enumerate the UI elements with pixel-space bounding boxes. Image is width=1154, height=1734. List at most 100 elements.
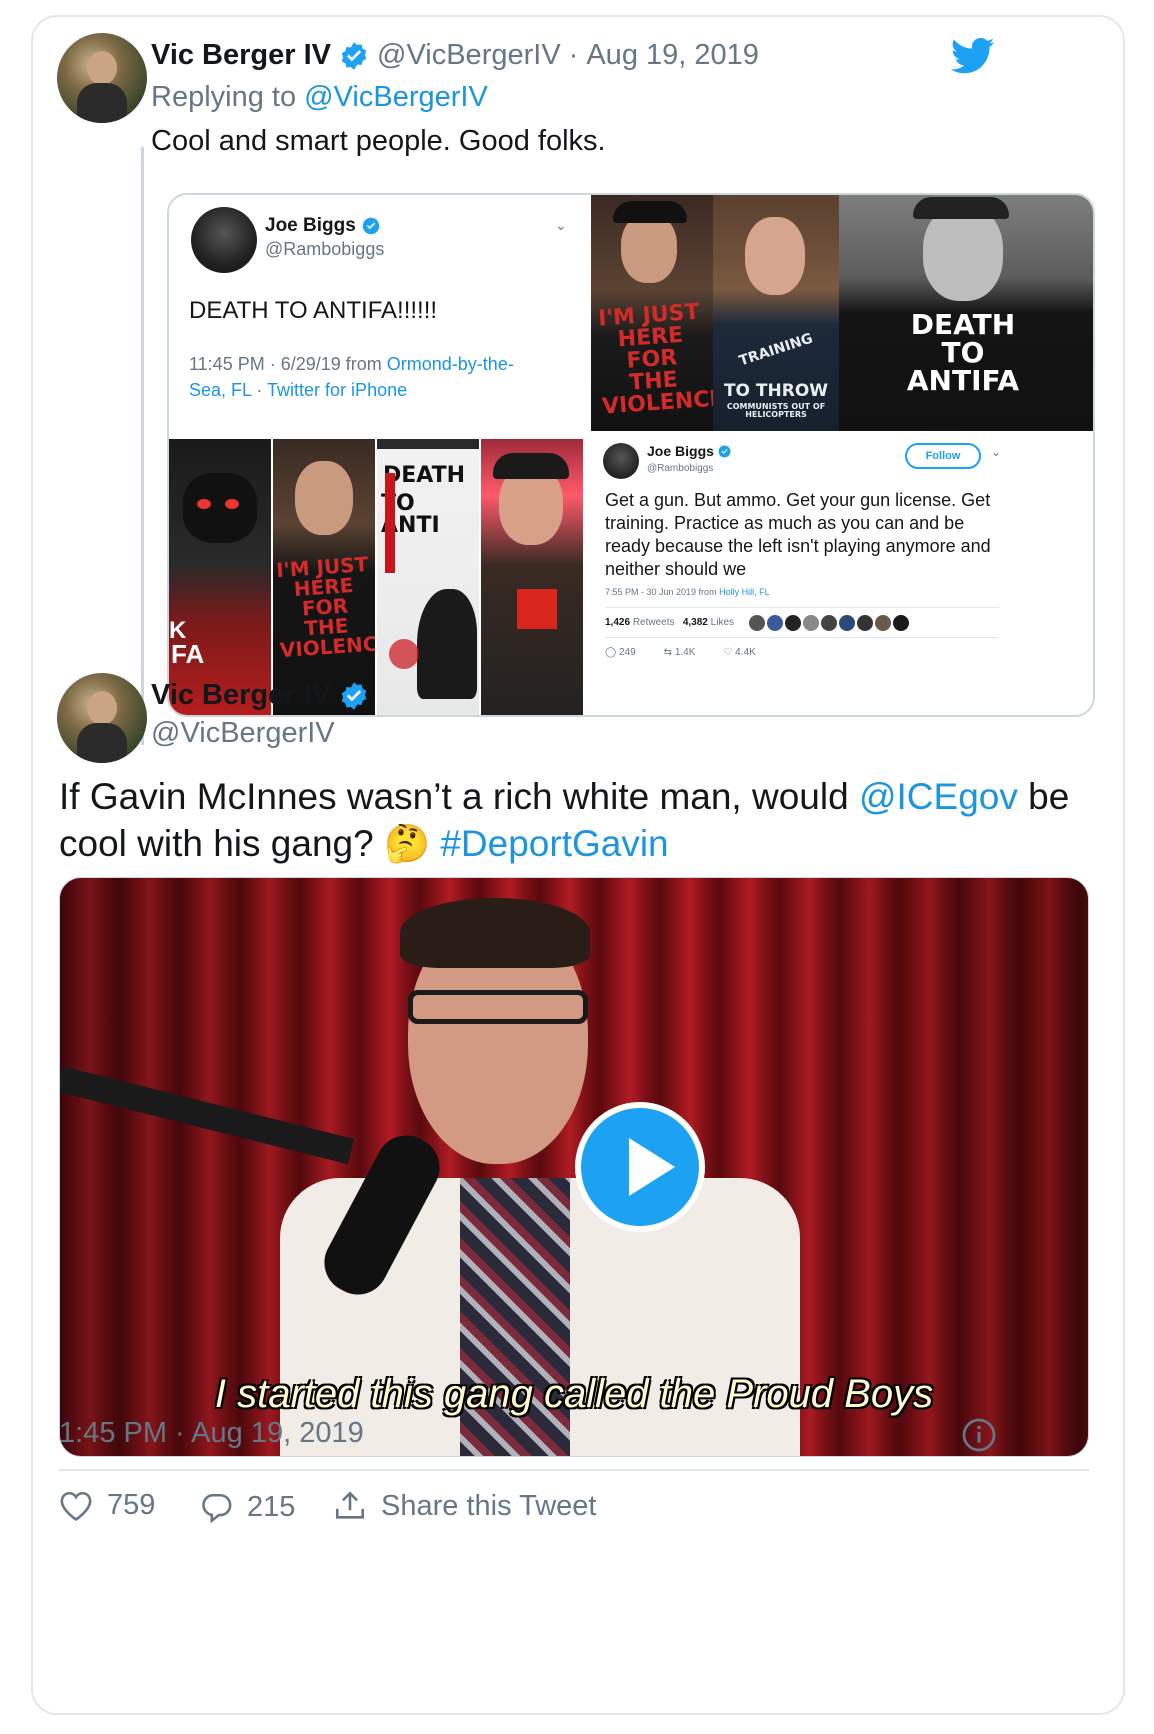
embedded-author-name: Joe Biggs — [647, 443, 714, 459]
retweets-label: Retweets — [632, 617, 675, 628]
embedded-handle: @Rambobiggs — [647, 463, 714, 474]
embedded-meta: 11:45 PM · 6/29/19 from Ormond-by-the- S… — [189, 351, 569, 403]
video-player[interactable]: I started this gang called the Proud Boy… — [59, 877, 1089, 1457]
embedded-author-name: Joe Biggs — [265, 215, 356, 236]
embedded-divider — [605, 607, 999, 608]
tweet-date[interactable]: Aug 19, 2019 — [586, 39, 759, 72]
follow-button: Follow — [905, 443, 981, 469]
photo-masked-person: K FA — [169, 439, 271, 715]
main-author-row: Vic Berger IV — [151, 679, 369, 712]
share-action[interactable]: Share this Tweet — [333, 1489, 596, 1523]
play-icon[interactable] — [575, 1102, 705, 1232]
embedded-divider-2 — [605, 637, 999, 638]
video-person-glasses — [408, 990, 588, 1024]
embedded-client: Twitter for iPhone — [267, 380, 408, 400]
embedded-handle: @Rambobiggs — [265, 239, 385, 259]
video-person-hair — [400, 898, 590, 968]
author-avatar[interactable] — [57, 33, 147, 123]
embedded-avatar — [191, 207, 257, 273]
like-count: 759 — [107, 1489, 156, 1521]
verified-badge-icon — [341, 681, 367, 710]
embedded-location: Ormond-by-the- — [386, 354, 514, 374]
mention-link[interactable]: @ICEgov — [859, 776, 1018, 817]
embedded-meta-prefix: 7:55 PM - 30 Jun 2019 from — [605, 587, 717, 597]
share-icon[interactable] — [333, 1489, 367, 1523]
main-tweet-text: If Gavin McInnes wasn’t a rich white man… — [59, 773, 1109, 867]
reply-media[interactable]: Joe Biggs @Rambobiggs ⌄ DEATH TO ANTIFA!… — [167, 193, 1095, 717]
replying-to: Replying to @VicBergerIV — [151, 81, 488, 114]
share-label[interactable]: Share this Tweet — [381, 1490, 596, 1523]
tweet-card: Vic Berger IV @VicBergerIV · Aug 19, 201… — [31, 15, 1125, 1715]
embedded-text: DEATH TO ANTIFA!!!!!! — [189, 297, 438, 324]
embedded-like-count: 4.4K — [735, 647, 756, 658]
likes-label: Likes — [710, 617, 735, 628]
embedded-author: Joe Biggs — [647, 443, 731, 459]
hashtag-link[interactable]: #DeportGavin — [440, 823, 668, 864]
reply-icon[interactable] — [199, 1492, 233, 1524]
embedded-author: Joe Biggs — [265, 215, 380, 237]
like-action[interactable]: 759 — [59, 1489, 155, 1522]
main-author-name[interactable]: Vic Berger IV — [151, 679, 331, 712]
main-text-part-3: cool with his gang? — [59, 823, 374, 864]
chevron-down-icon: ⌄ — [555, 217, 567, 233]
shirt-slogan-bottom: COMMUNISTS OUT OF HELICOPTERS — [726, 402, 826, 419]
embedded-actions: ◯ 249 ⇆ 1.4K ♡ 4.4K — [605, 647, 756, 658]
embedded-tweet-screenshot-2: Joe Biggs @Rambobiggs Follow ⌄ Get a gun… — [591, 431, 1093, 715]
chevron-down-icon: ⌄ — [991, 445, 1002, 459]
action-divider — [59, 1469, 1089, 1471]
header-separator: · — [568, 39, 579, 71]
heart-icon[interactable] — [59, 1490, 93, 1522]
shirt-slogan-mid: TO THROW — [723, 381, 829, 401]
embedded-location-2: Sea, FL — [189, 380, 252, 400]
embedded-retweet: ⇆ 1.4K — [663, 647, 696, 658]
embedded-tweet-screenshot: Joe Biggs @Rambobiggs ⌄ DEATH TO ANTIFA!… — [169, 195, 591, 435]
flag-text: FA — [171, 639, 205, 669]
likes-count: 4,382 — [682, 617, 708, 628]
verified-badge-icon — [362, 217, 380, 235]
shirt-slogan: DEATH TO ANTIFA — [906, 308, 1020, 397]
embedded-text: Get a gun. But ammo. Get your gun licens… — [605, 490, 991, 579]
main-text-part-1: If Gavin McInnes wasn’t a rich white man… — [59, 776, 859, 817]
thread-line — [141, 147, 144, 745]
embedded-reply: ◯ 249 — [605, 647, 636, 658]
embedded-location: Holly Hill, FL — [719, 587, 770, 597]
photo-shirt-violence: I'M JUST HERE FOR THE VIOLENCE — [591, 195, 713, 431]
embedded-stats: 1,426 Retweets 4,382 Likes — [605, 617, 734, 628]
verified-badge-icon — [341, 41, 367, 70]
photo-shirt-helicopters: TRAINING TO THROW COMMUNISTS OUT OF HELI… — [713, 195, 839, 431]
liker-avatars — [749, 615, 909, 631]
video-subtitle: I started this gang called the Proud Boy… — [214, 1372, 934, 1416]
poster-top: DEATH — [383, 463, 466, 488]
replying-to-link[interactable]: @VicBergerIV — [304, 81, 488, 113]
reply-action[interactable]: 215 — [199, 1491, 295, 1524]
thinking-emoji-icon: 🤔 — [383, 823, 431, 864]
embedded-like: ♡ 4.4K — [723, 647, 756, 658]
photo-shirt-death-antifa: DEATH TO ANTIFA — [839, 195, 1093, 431]
photo-shirt-violence-2: I'M JUST HERE FOR THE VIOLENCE — [273, 439, 375, 715]
embedded-meta-sep: · — [251, 380, 268, 400]
main-author-avatar[interactable] — [57, 673, 147, 763]
author-name[interactable]: Vic Berger IV — [151, 39, 331, 72]
retweets-count: 1,426 — [605, 617, 631, 628]
main-timestamp[interactable]: 1:45 PM · Aug 19, 2019 — [59, 1417, 364, 1450]
embedded-meta: 7:55 PM - 30 Jun 2019 from Holly Hill, F… — [605, 587, 770, 597]
poster-bottom: TO ANTI — [381, 491, 440, 538]
reply-count: 215 — [247, 1491, 296, 1523]
twitter-bird-icon[interactable] — [951, 37, 995, 75]
embedded-retweet-count: 1.4K — [674, 647, 696, 658]
photo-poster: DEATH TO ANTI — [377, 439, 479, 715]
shirt-slogan: I'M JUST HERE FOR THE VIOLENCE — [275, 551, 375, 663]
embedded-meta-prefix: 11:45 PM · 6/29/19 from — [189, 354, 382, 374]
main-author-handle[interactable]: @VicBergerIV — [151, 717, 335, 750]
embedded-reply-count: 249 — [618, 647, 636, 658]
photo-smiling-man — [481, 439, 583, 715]
verified-badge-icon — [718, 445, 731, 457]
replying-prefix: Replying to — [151, 81, 297, 113]
author-handle[interactable]: @VicBergerIV — [377, 39, 561, 72]
main-text-part-2: be — [1017, 776, 1070, 817]
shirt-slogan: I'M JUST HERE FOR THE VIOLENCE — [597, 299, 713, 420]
reply-text: Cool and smart people. Good folks. — [151, 125, 606, 157]
info-icon[interactable] — [961, 1417, 997, 1453]
embedded-avatar — [603, 443, 639, 479]
reply-header: Vic Berger IV @VicBergerIV · Aug 19, 201… — [151, 39, 759, 72]
